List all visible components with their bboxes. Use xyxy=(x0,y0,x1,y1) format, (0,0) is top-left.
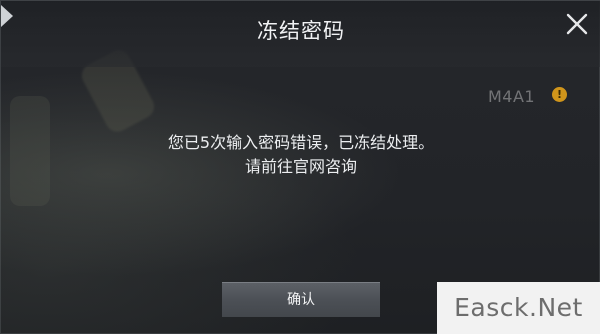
game-screen: M4A1 ! 冻结密码 您已5次输入密码错误，已冻结处理。 请前往官网咨询 确认… xyxy=(0,0,600,334)
close-icon xyxy=(566,13,588,35)
dialog-message: 您已5次输入密码错误，已冻结处理。 请前往官网咨询 xyxy=(1,131,600,179)
message-line: 请前往官网咨询 xyxy=(244,157,357,176)
close-button[interactable] xyxy=(564,11,590,37)
dialog-title: 冻结密码 xyxy=(257,19,345,43)
confirm-button[interactable]: 确认 xyxy=(222,282,380,317)
watermark: Easck.Net xyxy=(437,282,600,334)
message-line: 您已5次输入密码错误，已冻结处理。 xyxy=(167,133,435,152)
